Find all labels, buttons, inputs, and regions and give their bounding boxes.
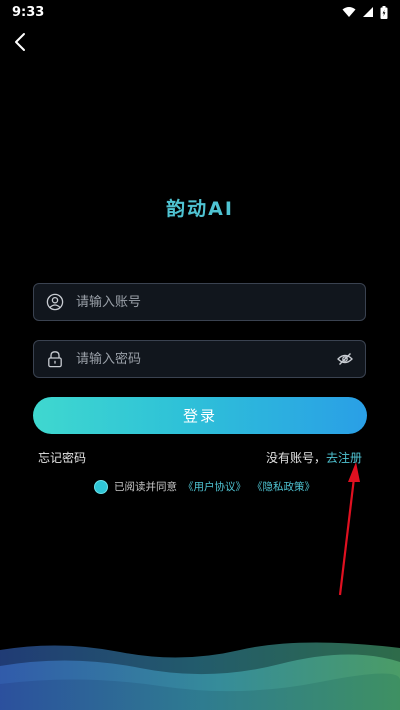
privacy-policy-link[interactable]: 《隐私政策》 xyxy=(252,479,315,494)
signal-icon xyxy=(363,7,373,17)
password-field[interactable] xyxy=(33,340,366,378)
register-row: 没有账号，去注册 xyxy=(266,449,362,466)
agreement-checkbox[interactable] xyxy=(94,479,108,494)
forgot-password-link[interactable]: 忘记密码 xyxy=(38,449,86,466)
lock-icon xyxy=(46,350,64,368)
back-button[interactable] xyxy=(8,28,32,56)
user-icon xyxy=(46,293,64,311)
agreement-prefix: 已阅读并同意 xyxy=(114,481,177,493)
account-input[interactable] xyxy=(74,293,365,311)
battery-icon xyxy=(380,5,388,19)
status-time: 9:33 xyxy=(12,4,45,20)
status-icons xyxy=(342,5,388,19)
eye-off-icon xyxy=(337,353,353,365)
toggle-password-visibility[interactable] xyxy=(335,349,355,369)
login-button[interactable]: 登录 xyxy=(33,397,367,434)
app-title: 韵动AI xyxy=(166,198,234,220)
agreement-row: 已阅读并同意 《用户协议》 《隐私政策》 xyxy=(94,479,315,494)
wifi-icon xyxy=(342,7,356,17)
chevron-left-icon xyxy=(15,33,25,51)
decorative-waves xyxy=(0,642,400,710)
account-field[interactable] xyxy=(33,283,366,321)
password-input[interactable] xyxy=(74,350,335,368)
user-agreement-link[interactable]: 《用户协议》 xyxy=(183,479,246,494)
status-bar: 9:33 xyxy=(0,0,400,24)
no-account-text: 没有账号， xyxy=(265,451,326,465)
register-link[interactable]: 去注册 xyxy=(326,451,362,465)
